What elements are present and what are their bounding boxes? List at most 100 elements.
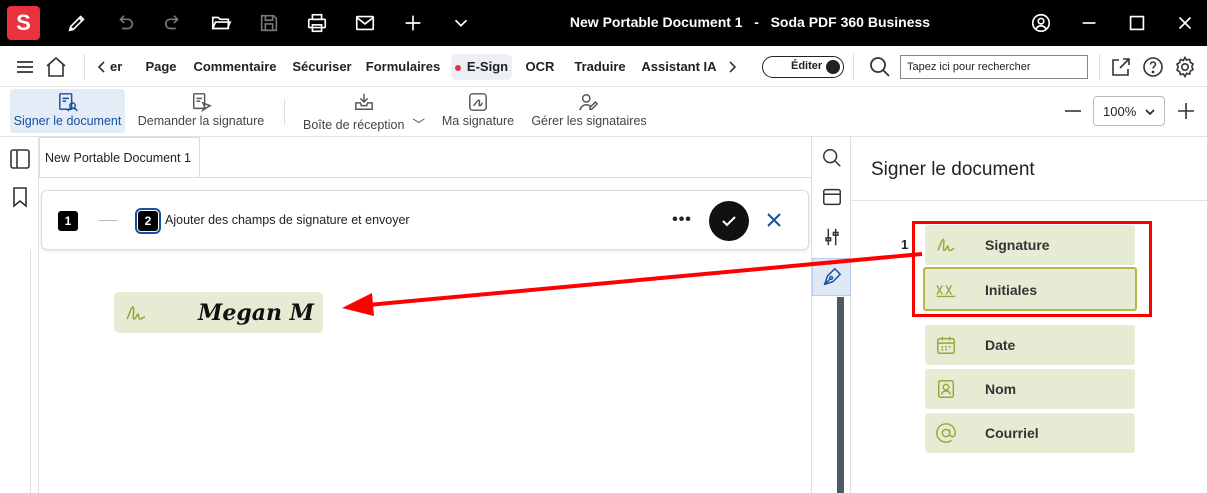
toggle-knob [826, 60, 840, 74]
menu-divider [84, 54, 85, 80]
pages-panel-button[interactable] [812, 178, 851, 216]
maximize-icon[interactable] [1124, 10, 1150, 36]
plus-icon[interactable] [400, 10, 426, 36]
share-icon[interactable] [1109, 55, 1133, 79]
step-2-number[interactable]: 2 [135, 208, 161, 234]
panel-divider [851, 200, 1207, 201]
page-edge [30, 250, 31, 493]
help-icon[interactable] [1141, 55, 1165, 79]
mail-icon[interactable] [352, 10, 378, 36]
inbox-dropdown-icon[interactable]: ﹀ [412, 118, 425, 132]
signer-index: 1 [901, 237, 909, 252]
request-signature-icon [193, 93, 212, 112]
placed-signature-field[interactable]: Megan M [114, 292, 323, 333]
scrollbar[interactable] [837, 297, 844, 493]
window-title: New Portable Document 1 - Soda PDF 360 B… [569, 14, 931, 30]
title-bar: S New Portable Document 1 - Soda PDF 360… [0, 0, 1207, 46]
request-signature-button[interactable]: Demander la signature [136, 89, 266, 133]
app-logo[interactable]: S [7, 6, 40, 40]
undo-icon[interactable] [112, 10, 138, 36]
tab-esign[interactable]: E-Sign [451, 54, 512, 80]
edit-toggle-label: Éditer [791, 60, 823, 72]
step-1-number[interactable]: 1 [58, 211, 78, 231]
close-icon [767, 213, 781, 227]
email-field-label: Courriel [985, 425, 1039, 441]
folder-open-icon[interactable] [208, 10, 234, 36]
my-signature-button[interactable]: Ma signature [438, 89, 518, 133]
confirm-button[interactable] [709, 201, 749, 241]
tab-comment[interactable]: Commentaire [192, 54, 278, 80]
signature-name: Megan M [198, 300, 314, 326]
pen-icon[interactable] [64, 10, 90, 36]
left-sidebar [0, 137, 39, 493]
tab-ocr[interactable]: OCR [522, 54, 558, 80]
print-icon[interactable] [304, 10, 330, 36]
chevron-down-icon [1145, 109, 1155, 116]
home-icon[interactable] [44, 55, 68, 79]
tab-secure[interactable]: Sécuriser [289, 54, 355, 80]
date-field-label: Date [985, 337, 1016, 353]
tool-strip [811, 137, 851, 493]
inbox-label: Boîte de réception [303, 118, 405, 132]
properties-panel-button[interactable] [812, 218, 851, 256]
close-window-icon[interactable] [1172, 10, 1198, 36]
tab-translate[interactable]: Traduire [570, 54, 630, 80]
my-signature-label: Ma signature [441, 114, 515, 128]
tab-forms[interactable]: Formulaires [364, 54, 442, 80]
signature-icon [126, 306, 146, 320]
manage-signers-button[interactable]: Gérer les signataires [530, 89, 648, 133]
sliders-icon [824, 228, 839, 246]
scroll-right-icon[interactable] [726, 59, 738, 75]
inbox-icon [355, 93, 373, 110]
tab-page[interactable]: Page [140, 54, 182, 80]
bookmark-icon[interactable] [8, 185, 32, 209]
calendar-icon [937, 336, 955, 354]
date-field-button[interactable]: Date [925, 325, 1135, 365]
pages-icon [822, 188, 841, 206]
sign-panel-button[interactable] [812, 258, 851, 296]
zoom-value: 100% [1103, 104, 1137, 119]
panel-title: Signer le document [871, 159, 1035, 180]
ribbon-toolbar: Signer le document Demander la signature… [0, 87, 1207, 137]
tab-ai-assistant[interactable]: Assistant IA [640, 54, 718, 80]
search-icon [822, 149, 841, 167]
zoom-out-icon[interactable] [1063, 99, 1083, 123]
chevron-down-icon[interactable] [448, 10, 474, 36]
request-signature-label: Demander la signature [137, 114, 265, 128]
search-panel-button[interactable] [812, 139, 851, 177]
my-signature-icon [469, 93, 487, 111]
manage-signers-icon [579, 94, 599, 111]
email-field-button[interactable]: Courriel [925, 413, 1135, 453]
at-icon [936, 423, 956, 443]
hamburger-menu-icon[interactable] [14, 57, 36, 77]
tab-edit[interactable]: er [110, 54, 126, 80]
save-icon[interactable] [256, 10, 282, 36]
sign-document-label: Signer le document [13, 114, 122, 128]
minimize-icon[interactable] [1076, 10, 1102, 36]
search-input[interactable] [900, 55, 1088, 79]
sign-document-button[interactable]: Signer le document [10, 89, 125, 133]
settings-icon[interactable] [1173, 55, 1197, 79]
id-card-icon [937, 380, 955, 398]
scroll-left-icon[interactable] [96, 59, 108, 75]
menu-bar: er Page Commentaire Sécuriser Formulaire… [0, 46, 1207, 87]
redo-icon[interactable] [160, 10, 186, 36]
check-icon [722, 216, 736, 227]
ribbon-divider [284, 99, 285, 125]
active-dot [454, 64, 461, 71]
panel-toggle-icon[interactable] [8, 147, 32, 171]
document-tab[interactable]: New Portable Document 1 [39, 137, 200, 177]
zoom-select[interactable]: 100% [1093, 96, 1165, 126]
name-field-label: Nom [985, 381, 1017, 397]
account-icon[interactable] [1028, 10, 1054, 36]
cancel-button[interactable] [762, 208, 786, 232]
zoom-in-icon[interactable] [1176, 99, 1196, 123]
edit-mode-toggle[interactable]: Éditer [762, 56, 844, 78]
menu-divider [1099, 54, 1100, 80]
name-field-button[interactable]: Nom [925, 369, 1135, 409]
search-icon[interactable] [868, 55, 892, 79]
step-connector [98, 220, 118, 221]
inbox-button[interactable]: Boîte de réception ﹀ [302, 89, 426, 133]
menu-divider [853, 54, 854, 80]
more-options-button[interactable]: ••• [670, 205, 694, 235]
